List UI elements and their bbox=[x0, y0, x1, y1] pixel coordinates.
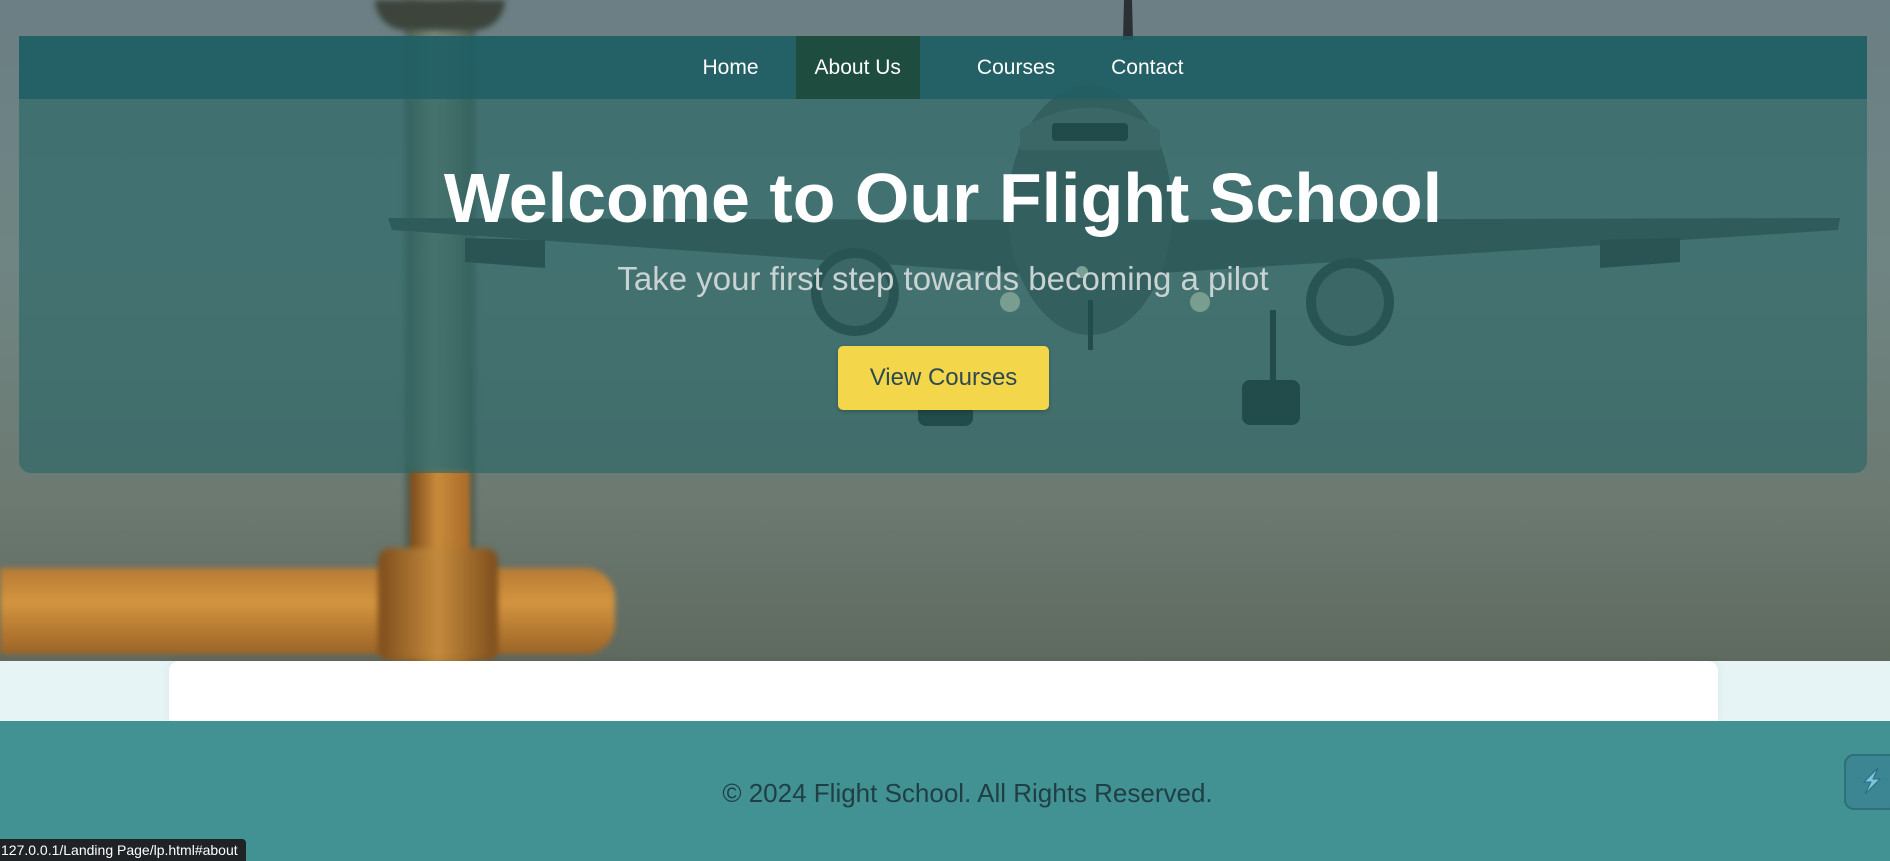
nav-item-home[interactable]: Home bbox=[684, 36, 778, 99]
nav-item-courses[interactable]: Courses bbox=[958, 36, 1074, 99]
copyright-text: © 2024 Flight School. All Rights Reserve… bbox=[722, 778, 1213, 808]
hero-subtitle: Take your first step towards becoming a … bbox=[617, 260, 1269, 297]
main-navbar: Home About Us Courses Contact bbox=[19, 36, 1867, 99]
browser-status-url: 127.0.0.1/Landing Page/lp.html#about bbox=[0, 839, 246, 861]
nav-item-contact[interactable]: Contact bbox=[1092, 36, 1202, 99]
lightning-bolt-icon bbox=[1862, 767, 1882, 795]
floating-widget-button[interactable] bbox=[1844, 754, 1890, 810]
view-courses-button[interactable]: View Courses bbox=[838, 346, 1049, 410]
nav-menu: Home About Us Courses Contact bbox=[19, 36, 1867, 99]
about-card bbox=[169, 661, 1718, 721]
nav-item-about-us[interactable]: About Us bbox=[795, 36, 920, 99]
page-footer: © 2024 Flight School. All Rights Reserve… bbox=[0, 721, 1890, 861]
hero-title: Welcome to Our Flight School bbox=[443, 159, 1443, 237]
